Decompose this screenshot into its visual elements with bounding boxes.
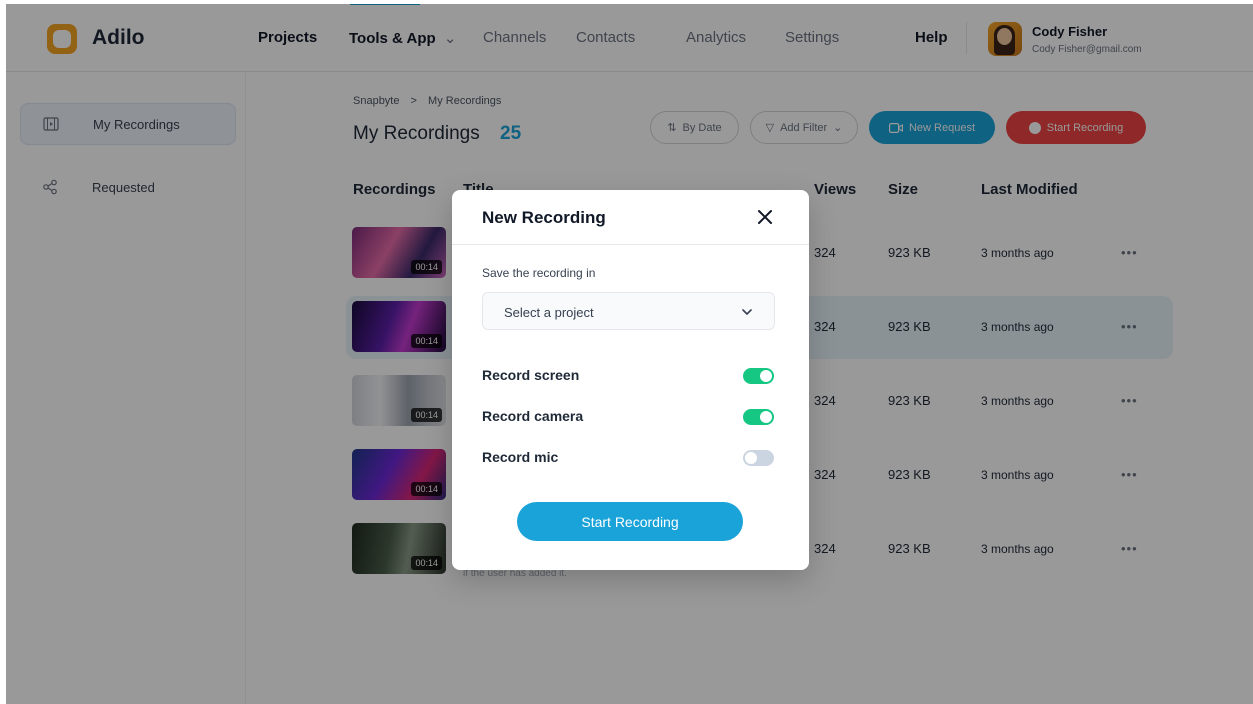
project-select[interactable]: Select a project (482, 292, 775, 330)
record-screen-label: Record screen (482, 367, 580, 383)
start-recording-button[interactable]: Start Recording (517, 502, 743, 541)
chevron-down-icon (742, 309, 752, 315)
record-camera-label: Record camera (482, 408, 584, 424)
record-mic-toggle[interactable] (743, 450, 774, 466)
close-icon[interactable] (753, 205, 777, 229)
page-top-edge (0, 0, 1253, 4)
modal-title: New Recording (482, 208, 606, 227)
record-camera-toggle[interactable] (743, 409, 774, 425)
modal-divider (452, 244, 809, 245)
record-screen-toggle[interactable] (743, 368, 774, 384)
new-recording-modal: New Recording Save the recording in Sele… (452, 190, 809, 570)
record-mic-label: Record mic (482, 449, 559, 465)
save-location-label: Save the recording in (482, 266, 596, 280)
project-select-value: Select a project (504, 305, 594, 320)
page-edge (0, 0, 6, 704)
